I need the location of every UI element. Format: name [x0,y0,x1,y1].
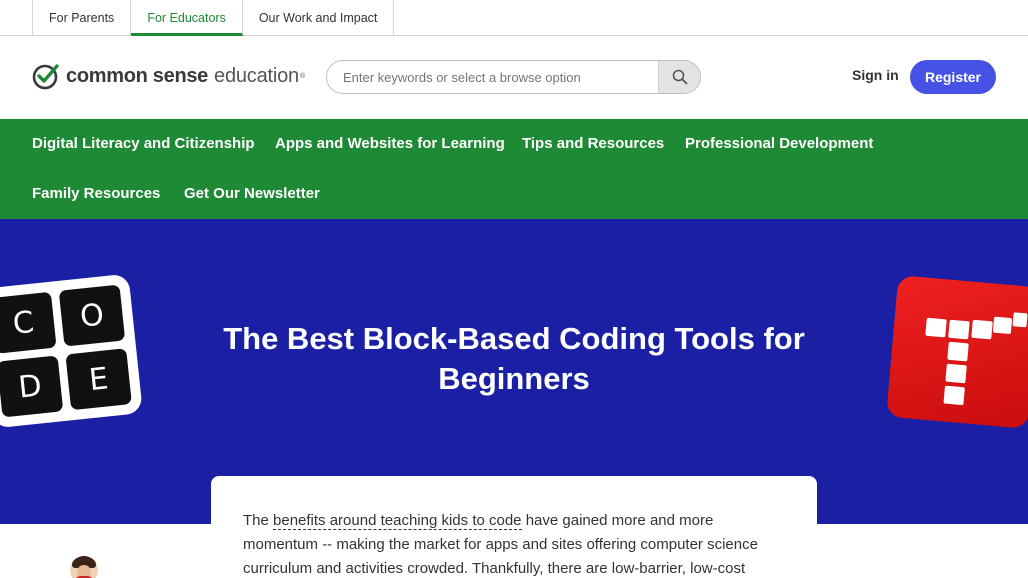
tynker-logo-block [992,316,1013,335]
tynker-logo-block [943,385,965,406]
search-bar [326,60,701,94]
nav-family-resources[interactable]: Family Resources [32,185,160,202]
nav-apps-and-websites[interactable]: Apps and Websites for Learning [275,135,505,152]
article-intro-card: The benefits around teaching kids to cod… [211,476,817,578]
logo-wordmark-light: education [214,64,299,87]
nav-professional-development[interactable]: Professional Development [685,135,873,152]
benefits-link[interactable]: benefits around teaching kids to code [273,512,522,530]
search-icon [672,69,687,85]
code-logo-letter: D [0,355,64,418]
tynker-logo-block [925,317,947,338]
page-title-line1: The Best Block-Based Coding Tools for [223,321,805,356]
tab-our-work-and-impact[interactable]: Our Work and Impact [243,0,395,36]
code-logo-letter: E [65,348,132,411]
nav-newsletter[interactable]: Get Our Newsletter [184,185,320,202]
tynker-logo-block [947,341,969,362]
article-intro: The benefits around teaching kids to cod… [243,509,791,578]
page-title: The Best Block-Based Coding Tools for Be… [214,319,814,399]
search-input[interactable] [327,61,658,93]
primary-nav: Digital Literacy and Citizenship Apps an… [0,119,1028,219]
nav-digital-literacy[interactable]: Digital Literacy and Citizenship [32,135,255,152]
code-logo-letter: C [0,291,57,354]
checkmark-logo-icon [32,64,59,90]
author-avatar [70,556,98,578]
site-header: common sense education ® Sign in Registe… [0,36,1028,119]
tynker-logo-block [971,319,993,340]
tynker-logo-block [945,363,967,384]
logo-wordmark-bold: common sense [66,64,209,87]
nav-tips-and-resources[interactable]: Tips and Resources [522,135,664,152]
logo-registered-mark: ® [299,72,306,80]
code-logo-letter: O [58,284,126,347]
search-button[interactable] [658,61,700,93]
register-button[interactable]: Register [910,60,996,94]
sign-in-link[interactable]: Sign in [852,67,899,83]
site-logo[interactable]: common sense education ® [32,62,305,90]
tynker-logo-block [948,319,970,340]
audience-tabs: For Parents For Educators Our Work and I… [32,0,395,36]
tynker-logo-block [1012,312,1028,328]
audience-bar: For Parents For Educators Our Work and I… [0,0,1028,36]
tab-for-educators[interactable]: For Educators [131,0,243,36]
code-org-logo: C O D E [0,273,143,429]
article-intro-start: The [243,512,274,529]
tab-for-parents[interactable]: For Parents [33,0,132,36]
page-title-line2: Beginners [438,361,590,396]
tynker-logo [886,275,1028,429]
